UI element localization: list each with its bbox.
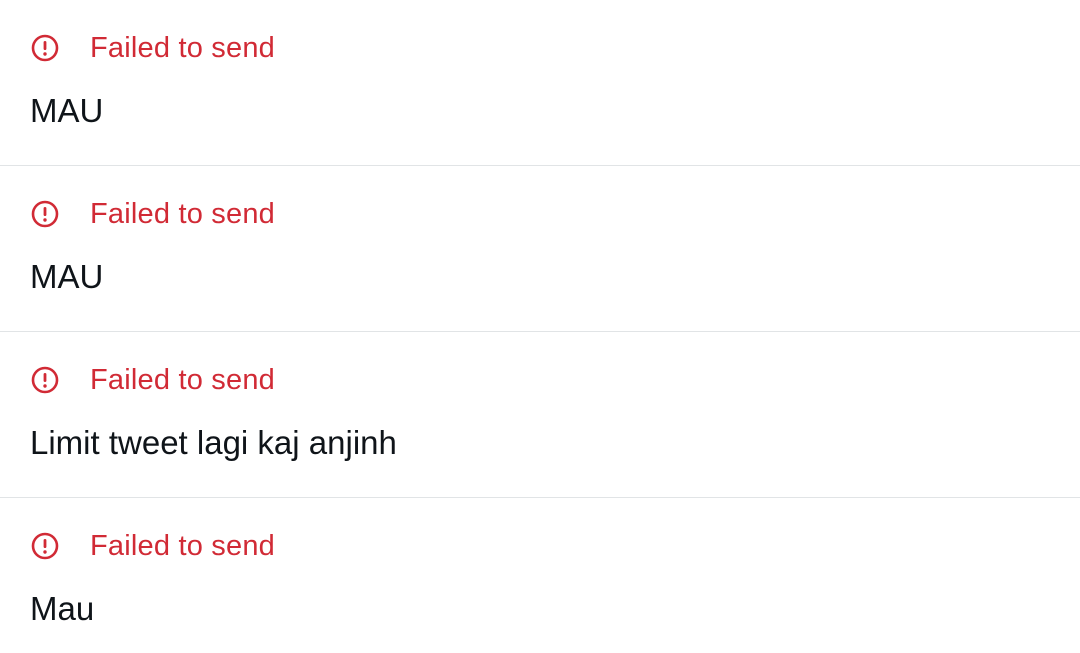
failed-messages-list: Failed to send MAU Failed to send MAU Fa…: [0, 0, 1080, 653]
retry-send-button[interactable]: Failed to send: [30, 197, 275, 231]
retry-send-button[interactable]: Failed to send: [30, 529, 275, 563]
retry-send-button[interactable]: Failed to send: [30, 363, 275, 397]
failed-status-label: Failed to send: [90, 32, 275, 64]
message-text: Mau: [30, 590, 95, 627]
error-circle-icon: [30, 365, 60, 395]
list-item: Failed to send Limit tweet lagi kaj anji…: [0, 332, 1080, 498]
list-item: Failed to send MAU: [0, 0, 1080, 166]
retry-send-button[interactable]: Failed to send: [30, 31, 275, 65]
error-circle-icon: [30, 199, 60, 229]
failed-status-label: Failed to send: [90, 198, 275, 230]
message-text: Limit tweet lagi kaj anjinh: [30, 424, 397, 461]
list-item: Failed to send Mau: [0, 498, 1080, 653]
error-circle-icon: [30, 531, 60, 561]
failed-status-label: Failed to send: [90, 364, 275, 396]
error-circle-icon: [30, 33, 60, 63]
message-text: MAU: [30, 92, 104, 129]
list-item: Failed to send MAU: [0, 166, 1080, 332]
failed-status-label: Failed to send: [90, 530, 275, 562]
message-text: MAU: [30, 258, 104, 295]
